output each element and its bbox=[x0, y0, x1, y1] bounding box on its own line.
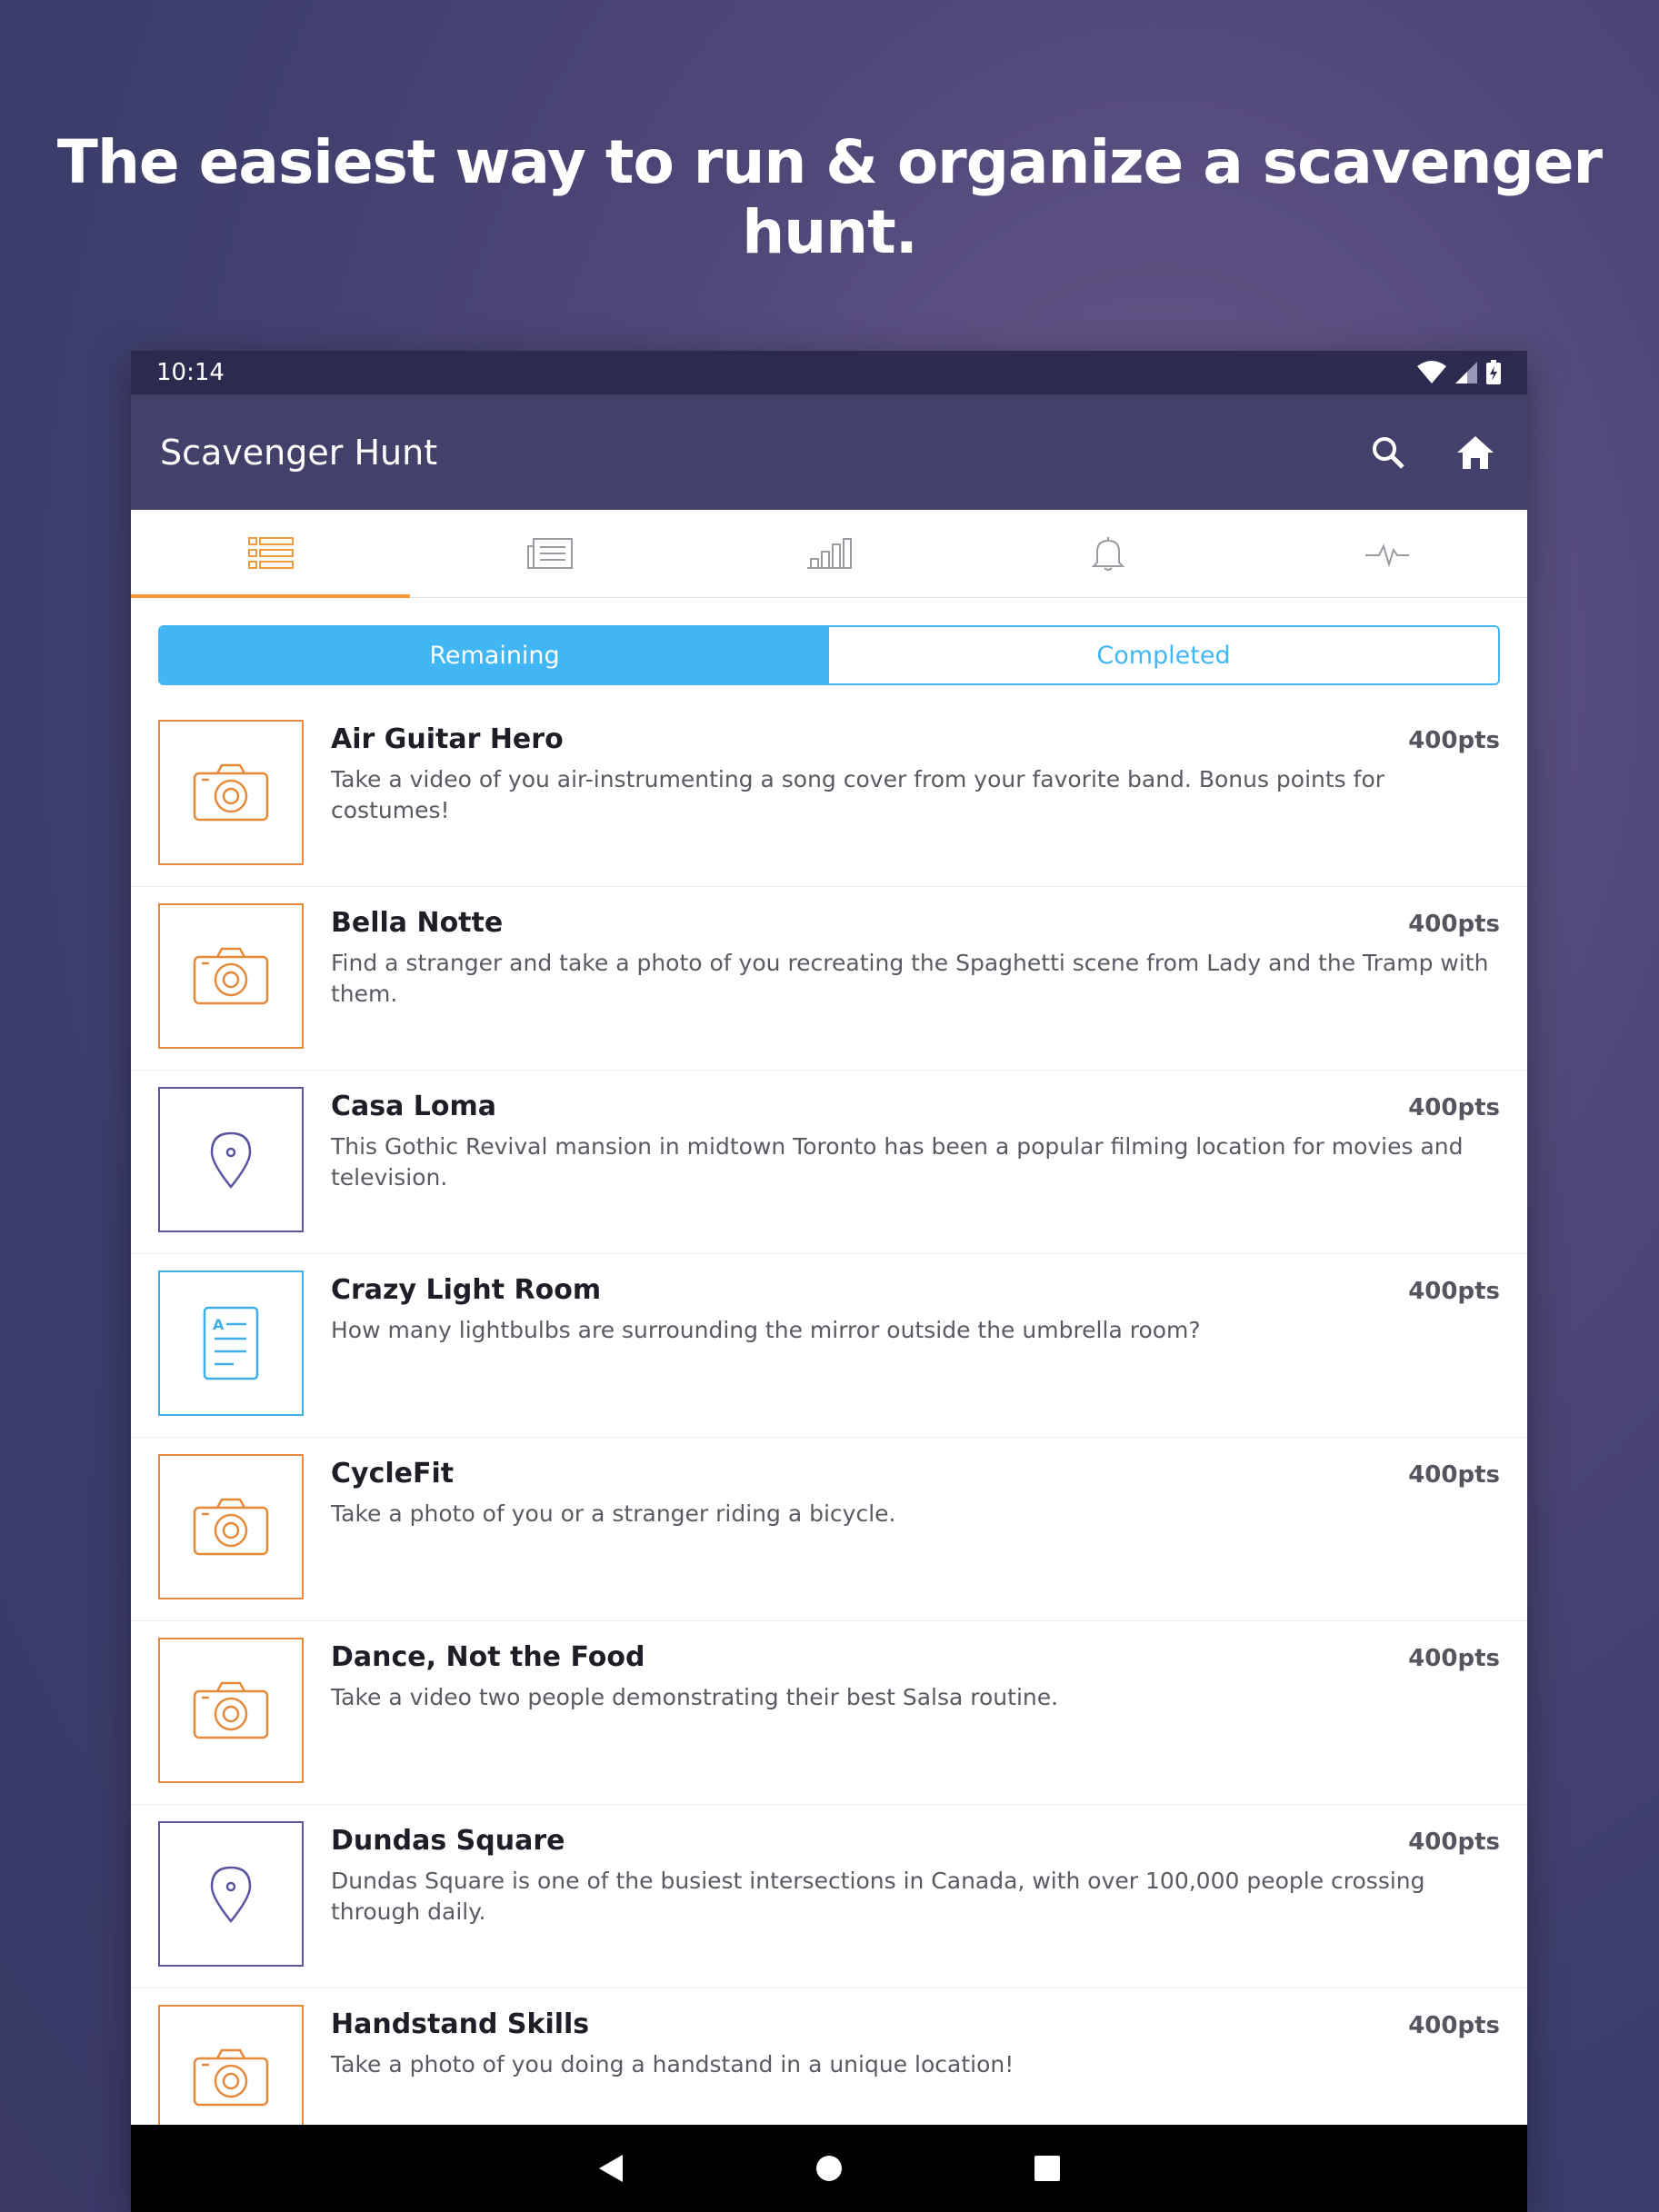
item-title: Casa Loma bbox=[331, 1091, 497, 1122]
item-body: CycleFit 400pts Take a photo of you or a s… bbox=[304, 1454, 1500, 1620]
home-nav-button[interactable] bbox=[815, 2155, 843, 2182]
item-title: Dance, Not the Food bbox=[331, 1641, 645, 1673]
battery-charging-icon bbox=[1486, 360, 1501, 384]
recents-button[interactable] bbox=[1034, 2155, 1061, 2182]
home-icon bbox=[1457, 435, 1494, 469]
item-thumbnail bbox=[158, 903, 304, 1049]
status-time: 10:14 bbox=[156, 359, 225, 386]
item-title: Handstand Skills bbox=[331, 2008, 590, 2040]
tab-activity[interactable] bbox=[1248, 510, 1527, 597]
text-document-icon: A bbox=[203, 1306, 259, 1380]
item-description: Dundas Square is one of the busiest inte… bbox=[331, 1868, 1425, 1925]
item-body: Casa Loma 400pts This Gothic Revival mansi… bbox=[304, 1087, 1500, 1253]
item-thumbnail bbox=[158, 1638, 304, 1783]
app-title: Scavenger Hunt bbox=[160, 432, 438, 473]
item-description: Take a photo of you or a stranger riding… bbox=[331, 1500, 896, 1527]
remaining-tab[interactable]: Remaining bbox=[160, 627, 829, 683]
item-points: 400pts bbox=[1408, 2012, 1500, 2039]
location-pin-icon bbox=[210, 1131, 252, 1189]
item-description: Take a video of you air-instrumenting a … bbox=[331, 766, 1385, 823]
status-icons bbox=[1416, 360, 1502, 385]
item-title: Crazy Light Room bbox=[331, 1274, 602, 1306]
status-bar: 10:14 bbox=[131, 351, 1527, 394]
item-title: CycleFit bbox=[331, 1458, 455, 1490]
camera-icon bbox=[193, 2048, 269, 2107]
signal-icon bbox=[1455, 362, 1477, 384]
item-body: Crazy Light Room 400pts How many lightbulb… bbox=[304, 1270, 1500, 1437]
remaining-completed-toggle: Remaining Completed bbox=[158, 625, 1500, 685]
headline: The easiest way to run & organize a scav… bbox=[56, 127, 1603, 267]
device-screen: 10:14 Scavenger Hunt Remaining Completed… bbox=[131, 351, 1527, 2212]
camera-icon bbox=[193, 1498, 269, 1556]
list-item[interactable]: Dance, Not the Food 400pts Take a video tw… bbox=[131, 1621, 1527, 1805]
tab-notifications[interactable] bbox=[969, 510, 1248, 597]
item-points: 400pts bbox=[1408, 1461, 1500, 1489]
item-body: Dundas Square 400pts Dundas Square is one … bbox=[304, 1821, 1500, 1988]
home-circle-icon bbox=[816, 2156, 842, 2181]
item-thumbnail bbox=[158, 720, 304, 865]
item-title: Bella Notte bbox=[331, 907, 504, 939]
item-description: This Gothic Revival mansion in midtown T… bbox=[331, 1133, 1464, 1191]
camera-icon bbox=[193, 947, 269, 1005]
completed-tab[interactable]: Completed bbox=[829, 627, 1498, 683]
item-thumbnail bbox=[158, 1087, 304, 1232]
tab-news[interactable] bbox=[410, 510, 689, 597]
item-body: Dance, Not the Food 400pts Take a video tw… bbox=[304, 1638, 1500, 1804]
item-points: 400pts bbox=[1408, 911, 1500, 938]
home-button[interactable] bbox=[1453, 430, 1498, 475]
camera-icon bbox=[193, 1681, 269, 1739]
tab-list[interactable] bbox=[131, 510, 411, 598]
camera-icon bbox=[193, 763, 269, 822]
item-title: Dundas Square bbox=[331, 1825, 565, 1857]
list-item[interactable]: A Crazy Light Room 400pts How many lightbul… bbox=[131, 1254, 1527, 1438]
list-item[interactable]: Bella Notte 400pts Find a stranger and tak… bbox=[131, 887, 1527, 1071]
item-points: 400pts bbox=[1408, 1278, 1500, 1305]
svg-text:A: A bbox=[213, 1316, 225, 1333]
back-icon bbox=[599, 2155, 623, 2182]
activity-icon bbox=[1365, 543, 1410, 568]
search-icon bbox=[1373, 436, 1404, 469]
item-description: Take a video two people demonstrating th… bbox=[331, 1684, 1059, 1710]
item-body: Air Guitar Hero 400pts Take a video of you… bbox=[304, 720, 1500, 886]
tab-leaderboard[interactable] bbox=[689, 510, 968, 597]
item-points: 400pts bbox=[1408, 1645, 1500, 1672]
item-description: Find a stranger and take a photo of you … bbox=[331, 950, 1489, 1007]
recents-icon bbox=[1034, 2156, 1060, 2181]
list-icon bbox=[247, 537, 294, 569]
back-button[interactable] bbox=[597, 2153, 625, 2184]
item-thumbnail bbox=[158, 1454, 304, 1599]
item-points: 400pts bbox=[1408, 1094, 1500, 1121]
challenge-list: Air Guitar Hero 400pts Take a video of you… bbox=[131, 703, 1527, 2172]
search-button[interactable] bbox=[1365, 430, 1411, 475]
system-nav-bar bbox=[131, 2125, 1527, 2212]
item-title: Air Guitar Hero bbox=[331, 723, 564, 755]
wifi-icon bbox=[1417, 361, 1446, 384]
list-item[interactable]: CycleFit 400pts Take a photo of you or a s… bbox=[131, 1438, 1527, 1621]
app-bar: Scavenger Hunt bbox=[131, 394, 1527, 510]
location-pin-icon bbox=[210, 1866, 252, 1923]
item-body: Bella Notte 400pts Find a stranger and tak… bbox=[304, 903, 1500, 1070]
bell-icon bbox=[1091, 537, 1125, 571]
item-points: 400pts bbox=[1408, 1828, 1500, 1856]
item-description: How many lightbulbs are surrounding the … bbox=[331, 1317, 1201, 1343]
list-item[interactable]: Air Guitar Hero 400pts Take a video of you… bbox=[131, 703, 1527, 887]
list-item[interactable]: Casa Loma 400pts This Gothic Revival mansi… bbox=[131, 1071, 1527, 1254]
news-icon bbox=[526, 538, 573, 569]
item-thumbnail bbox=[158, 1821, 304, 1967]
bar-chart-icon bbox=[807, 538, 852, 569]
item-thumbnail: A bbox=[158, 1270, 304, 1416]
item-points: 400pts bbox=[1408, 727, 1500, 754]
list-item[interactable]: Dundas Square 400pts Dundas Square is one … bbox=[131, 1805, 1527, 1988]
item-description: Take a photo of you doing a handstand in… bbox=[331, 2051, 1014, 2077]
tab-bar bbox=[131, 510, 1527, 598]
